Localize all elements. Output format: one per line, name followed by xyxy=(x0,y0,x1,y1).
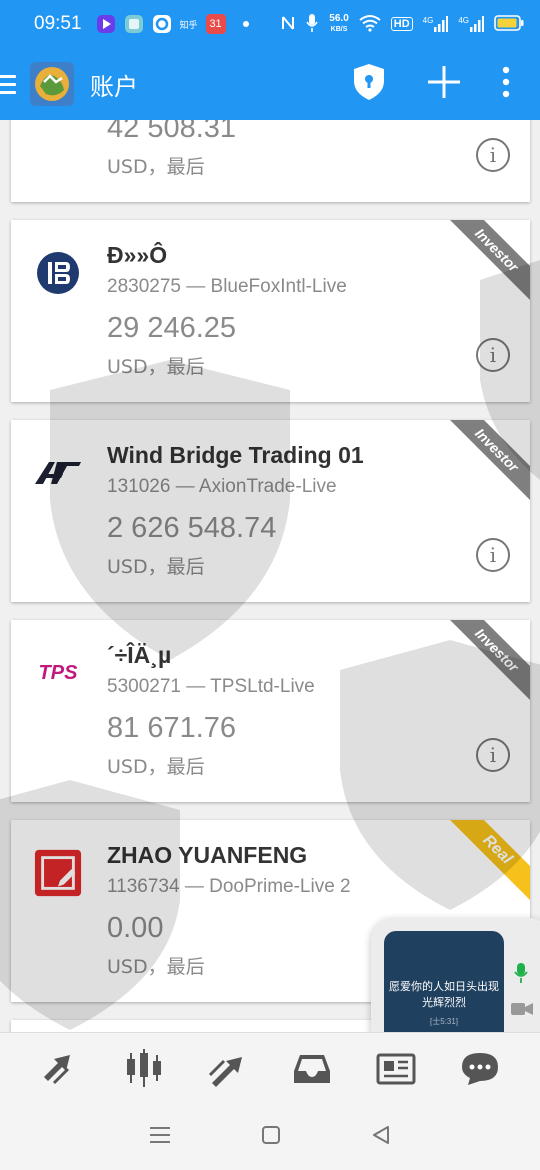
account-name: Ð»»Ô xyxy=(107,242,168,268)
bluefox-logo xyxy=(33,248,83,298)
browser-app-icon xyxy=(152,14,172,34)
account-balance: 2 626 548.74 xyxy=(107,512,277,544)
news-tab-icon[interactable] xyxy=(372,1045,420,1093)
tps-logo: TPS xyxy=(38,661,78,684)
account-name: ZHAO YUANFENG xyxy=(107,842,308,868)
video-caption: 愿爱你的人如日头出现光辉烈烈 xyxy=(389,980,499,1009)
account-balance: 29 246.25 xyxy=(107,312,237,344)
account-currency: USD，最后 xyxy=(107,356,205,378)
microphone-icon xyxy=(305,13,319,36)
account-type-ribbon: Real xyxy=(442,820,530,905)
info-icon[interactable]: i xyxy=(476,538,510,572)
status-time: 09:51 xyxy=(34,13,82,34)
account-type-ribbon: Investor xyxy=(442,620,530,705)
account-login: 1136734 — DooPrime-Live 2 xyxy=(107,876,351,897)
bottom-navigation xyxy=(0,1032,540,1104)
speed-unit: KB/S xyxy=(330,25,348,33)
page-title: 账户 xyxy=(90,72,138,101)
hd-icon: HD xyxy=(390,17,413,31)
info-icon[interactable]: i xyxy=(476,338,510,372)
account-balance: 42 508.31 xyxy=(107,120,237,144)
account-currency: USD，最后 xyxy=(107,556,205,578)
home-icon[interactable] xyxy=(261,1125,281,1150)
dot-icon xyxy=(242,20,250,28)
info-icon[interactable]: i xyxy=(476,138,510,172)
app-logo xyxy=(30,62,74,106)
battery-icon xyxy=(494,14,524,34)
account-login: 131026 — AxionTrade-Live xyxy=(107,476,337,497)
info-icon[interactable]: i xyxy=(476,738,510,772)
chart-tab-icon[interactable] xyxy=(120,1045,168,1093)
app-bar: 账户 xyxy=(0,48,540,120)
speed-value: 56.0 xyxy=(329,12,349,24)
account-type-ribbon: Investor xyxy=(442,420,530,505)
account-currency: USD，最后 xyxy=(107,156,205,178)
account-login: 2830275 — BlueFoxIntl-Live xyxy=(107,276,347,297)
menu-icon[interactable] xyxy=(0,74,16,94)
account-balance: 81 671.76 xyxy=(107,712,237,744)
history-tab-icon[interactable] xyxy=(288,1045,336,1093)
account-balance: 0.00 xyxy=(107,912,164,944)
video-app-icon xyxy=(96,14,116,34)
axiontrade-logo xyxy=(33,448,83,498)
account-card[interactable]: 42 508.31 USD，最后 i xyxy=(11,120,530,202)
status-bar: 09:51 知乎 31 56.0 KB/S HD 4G 4G xyxy=(0,0,540,48)
account-card[interactable]: Ð»»Ô 2830275 — BlueFoxIntl-Live 29 246.2… xyxy=(11,220,530,402)
zhihu-app-icon: 知乎 xyxy=(179,19,198,30)
account-currency: USD，最后 xyxy=(107,756,205,778)
signal-icon-2: 4G xyxy=(458,16,484,32)
account-name: ´÷ÎÄ¸µ xyxy=(107,642,172,668)
wifi-icon xyxy=(359,14,381,35)
nfc-icon xyxy=(281,14,295,35)
recent-apps-icon[interactable] xyxy=(149,1126,171,1149)
account-name: Wind Bridge Trading 01 xyxy=(107,442,364,468)
account-type-ribbon: Investor xyxy=(442,220,530,305)
gallery-app-icon xyxy=(124,14,144,34)
account-list: 42 508.31 USD，最后 i Ð»»Ô 2830275 — BlueFo… xyxy=(0,120,540,1032)
dooprime-logo xyxy=(33,848,83,898)
calendar-badge-icon: 31 xyxy=(205,14,226,34)
signal2-label: 4G xyxy=(458,16,469,25)
network-speed: 56.0 KB/S xyxy=(329,12,349,35)
account-card[interactable]: Wind Bridge Trading 01 131026 — AxionTra… xyxy=(11,420,530,602)
more-options-icon[interactable] xyxy=(502,65,510,104)
add-account-icon[interactable] xyxy=(426,64,462,105)
camera-icon[interactable] xyxy=(511,1002,533,1021)
microphone-icon[interactable] xyxy=(513,962,529,989)
account-currency: USD，最后 xyxy=(107,956,205,978)
signal-icon-1: 4G xyxy=(423,16,449,32)
trade-tab-icon[interactable] xyxy=(204,1045,252,1093)
account-card[interactable]: TPS ´÷ÎÄ¸µ 5300271 — TPSLtd-Live 81 671.… xyxy=(11,620,530,802)
video-subcaption: [士5:31] xyxy=(429,1017,458,1026)
security-shield-icon[interactable] xyxy=(352,63,386,106)
signal1-label: 4G xyxy=(422,16,434,25)
quotes-tab-icon[interactable] xyxy=(36,1045,84,1093)
back-icon[interactable] xyxy=(371,1125,391,1150)
system-navigation xyxy=(0,1104,540,1170)
account-login: 5300271 — TPSLtd-Live xyxy=(107,676,315,697)
chat-tab-icon[interactable] xyxy=(456,1045,504,1093)
